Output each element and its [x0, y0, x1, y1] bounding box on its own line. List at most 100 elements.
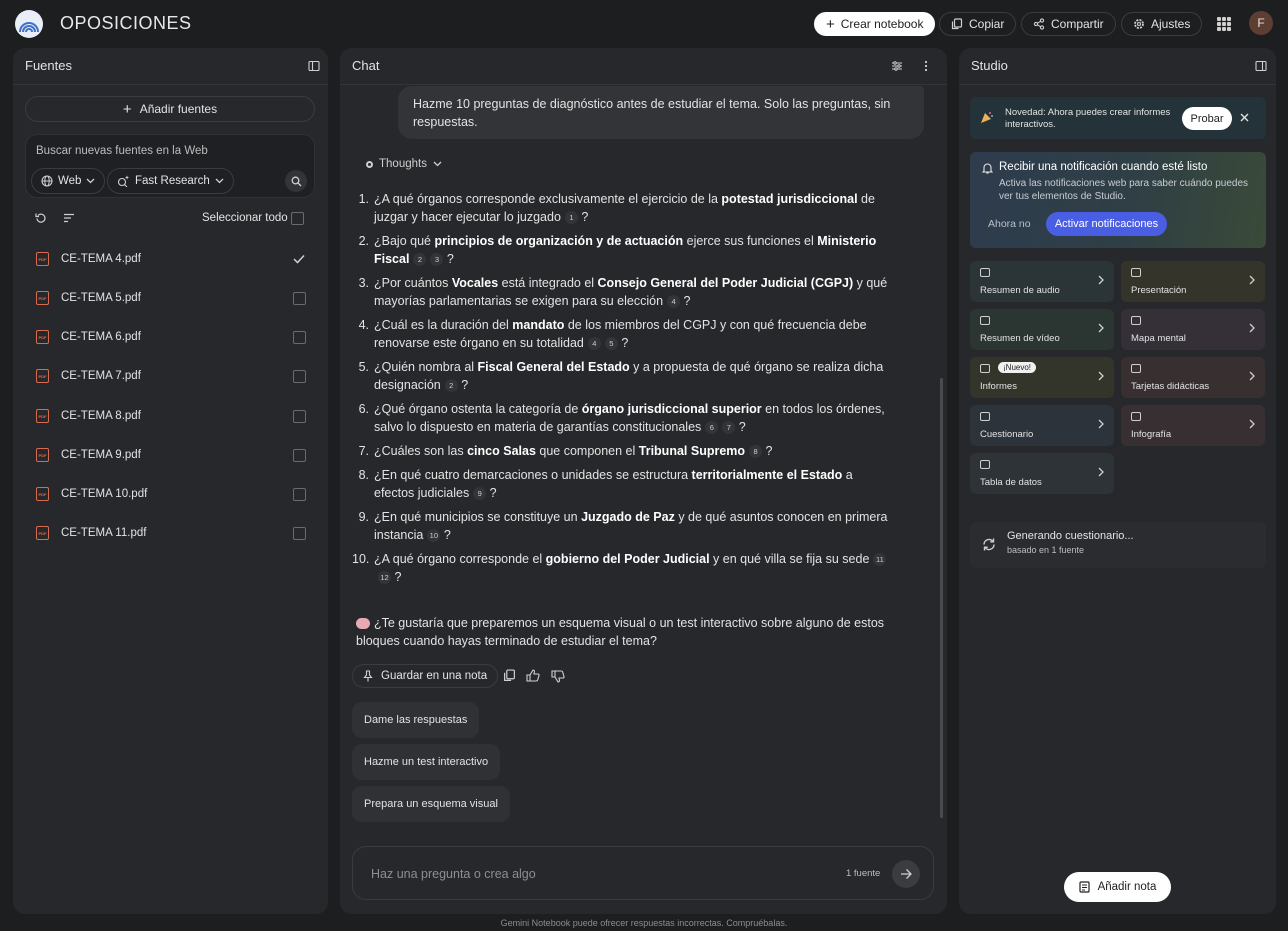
- new-badge: ¡Nuevo!: [998, 362, 1037, 373]
- source-item[interactable]: PDF CE-TEMA 7.pdf: [36, 366, 306, 386]
- close-icon[interactable]: [1240, 113, 1249, 122]
- dismiss-notifications-button[interactable]: Ahora no: [988, 218, 1031, 230]
- select-all-checkbox[interactable]: [291, 212, 304, 225]
- source-item[interactable]: PDF CE-TEMA 9.pdf: [36, 445, 306, 465]
- refresh-icon[interactable]: [35, 212, 47, 224]
- source-item[interactable]: PDF CE-TEMA 8.pdf: [36, 406, 306, 426]
- studio-tile[interactable]: Presentación: [1121, 261, 1265, 302]
- panel-divider: [13, 84, 328, 85]
- avatar[interactable]: F: [1249, 11, 1273, 35]
- sort-icon[interactable]: [63, 213, 75, 223]
- question-fragment: está integrado el: [498, 276, 598, 290]
- citation-marker[interactable]: 11: [873, 553, 887, 567]
- question-number: 9.: [358, 510, 369, 524]
- enable-notifications-button[interactable]: Activar notificaciones: [1046, 212, 1167, 236]
- source-item[interactable]: PDF CE-TEMA 6.pdf: [36, 327, 306, 347]
- source-checkbox[interactable]: [293, 369, 306, 383]
- question-item: 4. ¿Cuál es la duración del mandato de lo…: [352, 316, 892, 352]
- citation-marker[interactable]: 8: [749, 445, 763, 459]
- studio-tile[interactable]: Tabla de datos: [970, 453, 1114, 494]
- citation-marker[interactable]: 5: [604, 337, 618, 351]
- citation-marker[interactable]: 7: [722, 421, 736, 435]
- thumbs-up-icon[interactable]: [526, 669, 540, 682]
- question-fragment: y en qué villa se fija su sede: [709, 552, 870, 566]
- apps-grid-icon[interactable]: [1217, 17, 1231, 31]
- pdf-icon: PDF: [36, 487, 49, 501]
- share-button[interactable]: Compartir: [1021, 12, 1116, 36]
- question-item: 1. ¿A qué órganos corresponde exclusivame…: [352, 190, 892, 226]
- question-fragment: que componen el: [535, 444, 639, 458]
- thumbs-down-icon[interactable]: [551, 670, 565, 683]
- question-text: ¿Quién nombra al Fiscal General del Esta…: [374, 358, 892, 394]
- studio-tile[interactable]: Tarjetas didácticas: [1121, 357, 1265, 398]
- source-item[interactable]: PDF CE-TEMA 10.pdf: [36, 484, 306, 504]
- source-item[interactable]: PDF CE-TEMA 4.pdf: [36, 249, 306, 269]
- research-mode-chip[interactable]: Fast Research: [107, 168, 234, 194]
- checkmark-icon[interactable]: [293, 254, 305, 264]
- question-number: 6.: [358, 402, 369, 416]
- studio-tile[interactable]: Mapa mental: [1121, 309, 1265, 350]
- citation-marker[interactable]: 4: [587, 337, 601, 351]
- question-number: 1.: [358, 192, 369, 206]
- question-emphasis: Fiscal General del Estado: [477, 360, 630, 374]
- source-name: CE-TEMA 11.pdf: [61, 527, 147, 539]
- source-checkbox[interactable]: [293, 330, 306, 344]
- citation-marker[interactable]: 4: [667, 295, 681, 309]
- suggestion-chip[interactable]: Dame las respuestas: [352, 702, 480, 738]
- citation-marker[interactable]: 12: [378, 571, 391, 585]
- add-note-button[interactable]: Añadir nota: [1064, 872, 1171, 902]
- send-button[interactable]: [892, 860, 920, 888]
- source-item[interactable]: PDF CE-TEMA 5.pdf: [36, 288, 306, 308]
- citation-marker[interactable]: 1: [564, 211, 578, 225]
- source-checkbox[interactable]: [293, 448, 306, 462]
- report-icon: [980, 364, 990, 373]
- question-text: ¿Cuáles son las cinco Salas que componen…: [374, 442, 892, 460]
- chevron-right-icon: [1098, 419, 1104, 429]
- source-checkbox[interactable]: [293, 526, 306, 540]
- studio-tile[interactable]: Cuestionario: [970, 405, 1114, 446]
- studio-tile[interactable]: Resumen de vídeo: [970, 309, 1114, 350]
- citation-marker[interactable]: 2: [444, 379, 458, 393]
- studio-tile-label: Presentación: [1131, 285, 1187, 296]
- chat-settings-icon[interactable]: [891, 60, 903, 72]
- source-checkbox[interactable]: [293, 409, 306, 423]
- citation-marker[interactable]: 6: [705, 421, 719, 435]
- quiz-icon: [980, 412, 990, 421]
- add-sources-button[interactable]: + Añadir fuentes: [25, 96, 315, 122]
- notebook-title[interactable]: OPOSICIONES: [60, 13, 192, 34]
- pdf-icon: PDF: [36, 330, 49, 344]
- citation-marker[interactable]: 3: [430, 253, 444, 267]
- studio-tile[interactable]: Infografía: [1121, 405, 1265, 446]
- source-checkbox[interactable]: [293, 487, 306, 501]
- suggestion-chip[interactable]: Hazme un test interactivo: [352, 744, 501, 780]
- studio-tile[interactable]: ¡Nuevo! Informes: [970, 357, 1114, 398]
- save-to-note-button[interactable]: Guardar en una nota: [352, 664, 499, 688]
- web-filter-chip[interactable]: Web: [31, 168, 106, 194]
- thoughts-toggle[interactable]: Thoughts: [366, 158, 442, 170]
- create-notebook-button[interactable]: + Crear notebook: [814, 12, 936, 36]
- source-item[interactable]: PDF CE-TEMA 11.pdf: [36, 523, 306, 543]
- web-search-input[interactable]: Buscar nuevas fuentes en la Web: [36, 145, 208, 157]
- copy-button[interactable]: Copiar: [939, 12, 1017, 36]
- chevron-right-icon: [1098, 323, 1104, 333]
- question-emphasis: cinco Salas: [467, 444, 536, 458]
- settings-button[interactable]: Ajustes: [1121, 12, 1203, 36]
- citation-marker[interactable]: 9: [473, 487, 487, 501]
- more-options-icon[interactable]: [924, 60, 928, 72]
- try-button[interactable]: Probar: [1182, 107, 1232, 130]
- collapse-panel-icon[interactable]: [308, 60, 320, 72]
- studio-tile[interactable]: Resumen de audio: [970, 261, 1114, 302]
- app-logo[interactable]: [15, 10, 43, 38]
- chat-input[interactable]: Haz una pregunta o crea algo: [371, 867, 536, 881]
- web-search-button[interactable]: [285, 170, 307, 192]
- suggestion-chip[interactable]: Prepara un esquema visual: [352, 786, 510, 822]
- citation-marker[interactable]: 2: [413, 253, 427, 267]
- citation-marker[interactable]: 10: [427, 529, 441, 543]
- chat-scrollbar[interactable]: [940, 378, 943, 818]
- copy-response-icon[interactable]: [503, 669, 516, 682]
- infographic-icon: [1131, 412, 1141, 421]
- source-checkbox[interactable]: [293, 291, 306, 305]
- studio-tile-label: Resumen de vídeo: [980, 333, 1060, 344]
- collapse-panel-icon[interactable]: [1255, 60, 1267, 72]
- chat-title: Chat: [352, 58, 380, 73]
